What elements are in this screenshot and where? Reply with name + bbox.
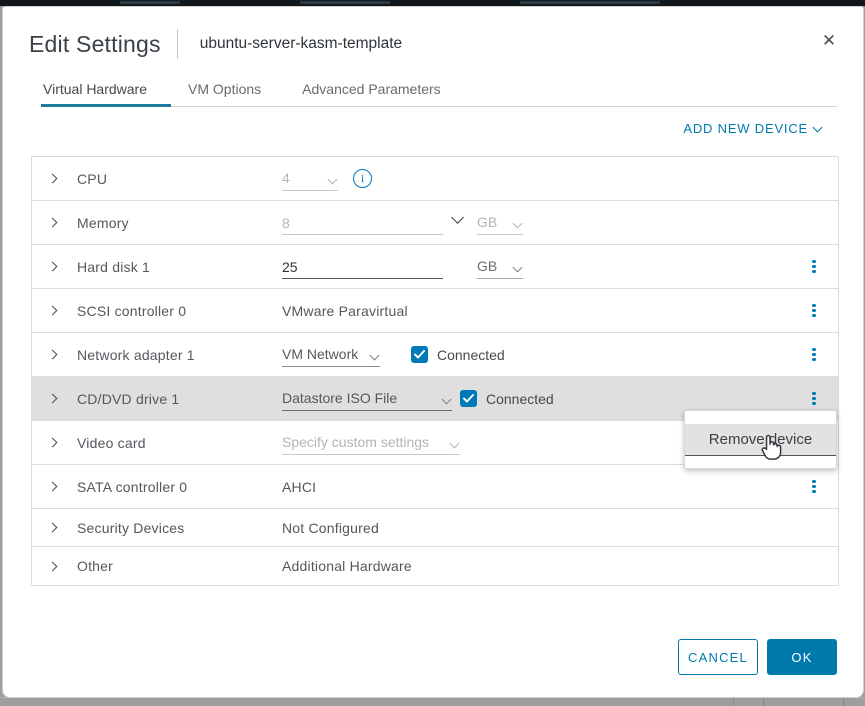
tab-vm-options[interactable]: VM Options: [186, 77, 263, 106]
chevron-down-icon: [513, 264, 523, 274]
row-label: SCSI controller 0: [77, 303, 282, 319]
vm-name: ubuntu-server-kasm-template: [200, 35, 402, 53]
row-security-devices: Security Devices Not Configured: [32, 509, 838, 547]
row-hard-disk: Hard disk 1 25 GB: [32, 245, 838, 289]
ok-button[interactable]: OK: [767, 639, 837, 675]
cddvd-connected-checkbox[interactable]: [460, 390, 477, 407]
connected-label: Connected: [437, 347, 505, 363]
row-label: Other: [77, 558, 282, 574]
edit-settings-dialog: Edit Settings ubuntu-server-kasm-templat…: [2, 6, 864, 698]
tab-bar: Virtual Hardware VM Options Advanced Par…: [41, 77, 837, 107]
chevron-down-icon: [328, 176, 338, 186]
row-label: Video card: [77, 435, 282, 451]
security-value: Not Configured: [282, 520, 379, 536]
row-label: CPU: [77, 171, 282, 187]
row-network-adapter: Network adapter 1 VM Network Connected: [32, 333, 838, 377]
row-sata-controller: SATA controller 0 AHCI: [32, 465, 838, 509]
row-actions-kebab-icon[interactable]: [806, 389, 822, 409]
expand-chevron-icon[interactable]: [47, 481, 58, 492]
row-cpu: CPU 4 i: [32, 157, 838, 201]
add-new-device-label: ADD NEW DEVICE: [683, 121, 808, 136]
chevron-down-icon[interactable]: [451, 211, 465, 225]
title-divider: [177, 29, 178, 59]
sata-type-value: AHCI: [282, 479, 316, 495]
connected-label: Connected: [486, 391, 554, 407]
network-select[interactable]: VM Network: [282, 343, 380, 367]
expand-chevron-icon[interactable]: [47, 217, 58, 228]
row-scsi-controller: SCSI controller 0 VMware Paravirtual: [32, 289, 838, 333]
disk-unit-select[interactable]: GB: [477, 255, 523, 279]
row-label: CD/DVD drive 1: [77, 391, 282, 407]
memory-unit-select[interactable]: GB: [477, 211, 523, 235]
row-label: Network adapter 1: [77, 347, 282, 363]
chevron-down-icon: [442, 396, 452, 406]
row-label: Memory: [77, 215, 282, 231]
row-label: SATA controller 0: [77, 479, 282, 495]
expand-chevron-icon[interactable]: [47, 561, 58, 572]
close-icon[interactable]: ✕: [817, 29, 841, 53]
row-actions-context-menu: Remove device: [684, 410, 837, 469]
expand-chevron-icon[interactable]: [47, 173, 58, 184]
chevron-down-icon: [370, 352, 380, 362]
row-label: Hard disk 1: [77, 259, 282, 275]
disk-size-input[interactable]: 25: [282, 255, 443, 279]
add-new-device-button[interactable]: ADD NEW DEVICE: [683, 118, 823, 138]
chevron-down-icon: [814, 122, 823, 131]
row-memory: Memory 8 GB: [32, 201, 838, 245]
cancel-button[interactable]: CANCEL: [678, 639, 758, 675]
expand-chevron-icon[interactable]: [47, 393, 58, 404]
row-other: Other Additional Hardware: [32, 547, 838, 585]
dialog-footer: CANCEL OK: [678, 639, 837, 675]
dialog-title: Edit Settings: [29, 31, 161, 58]
dialog-header: Edit Settings ubuntu-server-kasm-templat…: [29, 27, 843, 61]
row-actions-kebab-icon[interactable]: [806, 301, 822, 321]
network-connected-checkbox[interactable]: [411, 346, 428, 363]
chevron-down-icon: [513, 220, 523, 230]
row-actions-kebab-icon[interactable]: [806, 345, 822, 365]
row-actions-kebab-icon[interactable]: [806, 257, 822, 277]
other-value: Additional Hardware: [282, 558, 412, 574]
cpu-count-select[interactable]: 4: [282, 167, 338, 191]
expand-chevron-icon[interactable]: [47, 261, 58, 272]
expand-chevron-icon[interactable]: [47, 349, 58, 360]
memory-size-input[interactable]: 8: [282, 211, 443, 235]
video-settings-select[interactable]: Specify custom settings: [282, 431, 460, 455]
remove-device-menu-item[interactable]: Remove device: [685, 424, 836, 456]
row-actions-kebab-icon[interactable]: [806, 477, 822, 497]
row-label: Security Devices: [77, 520, 282, 536]
chevron-down-icon: [450, 440, 460, 450]
background-table-edge: [0, 697, 865, 705]
expand-chevron-icon[interactable]: [47, 437, 58, 448]
cddvd-source-select[interactable]: Datastore ISO File: [282, 387, 452, 411]
virtual-hardware-table: CPU 4 i Memory 8 GB: [31, 156, 839, 586]
tab-advanced-parameters[interactable]: Advanced Parameters: [300, 77, 443, 106]
expand-chevron-icon[interactable]: [47, 305, 58, 316]
info-icon[interactable]: i: [353, 169, 372, 188]
scsi-type-value: VMware Paravirtual: [282, 303, 408, 319]
tab-virtual-hardware[interactable]: Virtual Hardware: [41, 77, 149, 106]
expand-chevron-icon[interactable]: [47, 522, 58, 533]
